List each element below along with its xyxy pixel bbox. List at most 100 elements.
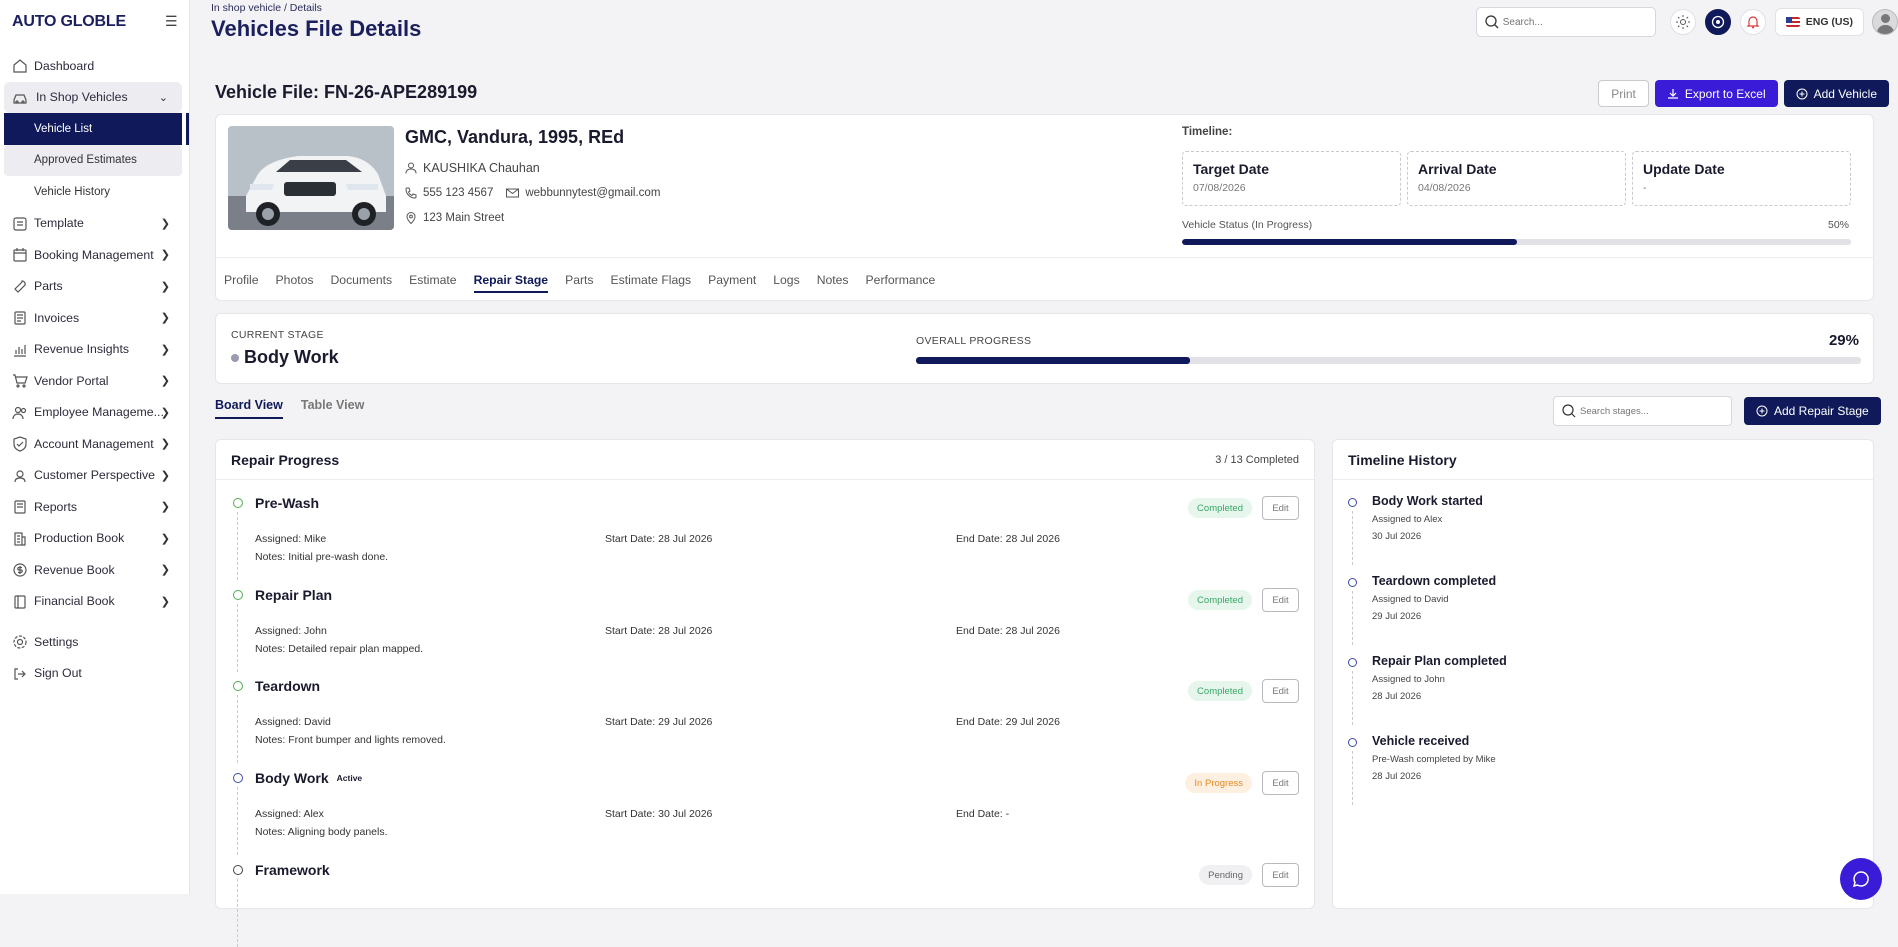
sidebar: AUTO GLOBLE ☰ Dashboard In Shop Vehicles… [0,0,190,894]
avatar[interactable] [1872,9,1898,35]
stage-dot-icon [233,498,243,508]
vehicle-status-percent: 50% [1827,219,1849,231]
stage-connector [237,787,238,855]
stage-end-date: End Date: - [956,808,1010,820]
print-button[interactable]: Print [1598,80,1649,107]
tab-logs[interactable]: Logs [773,258,799,302]
tab-photos[interactable]: Photos [276,258,314,302]
sidebar-item-customer[interactable]: Customer Perspective ❯ [0,460,190,492]
history-subtitle: Assigned to Alex [1372,514,1443,525]
owner-name: KAUSHIKA Chauhan [423,161,540,175]
search-input[interactable] [1502,16,1643,28]
sidebar-item-sign-out[interactable]: Sign Out [0,658,190,690]
vehicle-status-label: Vehicle Status (In Progress) [1182,219,1313,231]
menu-toggle-icon[interactable]: ☰ [165,13,178,30]
breadcrumb[interactable]: In shop vehicle / Details [211,2,322,14]
overall-progress-label: OVERALL PROGRESS [916,335,1032,347]
sidebar-item-revenue-insights[interactable]: Revenue Insights ❯ [0,334,190,366]
record-button[interactable] [1704,9,1731,35]
sidebar-item-revenue-book[interactable]: Revenue Book ❯ [0,554,190,586]
view-tabs: Board View Table View [215,398,382,419]
tab-profile[interactable]: Profile [224,258,259,302]
email-address[interactable]: webbunnytest@gmail.com [525,187,660,199]
bell-icon [1746,16,1760,29]
sidebar-item-settings[interactable]: Settings [0,626,190,658]
sidebar-item-invoices[interactable]: Invoices ❯ [0,302,190,334]
tab-table-view[interactable]: Table View [301,398,364,419]
stage-name-text: Body Work [255,770,329,786]
language-selector[interactable]: ENG (US) [1774,8,1864,36]
chevron-right-icon: ❯ [160,564,170,576]
sidebar-item-account[interactable]: Account Management ❯ [0,428,190,460]
active-badge: Active [336,773,363,783]
date-title: Update Date [1643,161,1725,177]
stage-notes: Notes: Initial pre-wash done. [255,551,389,563]
notifications-button[interactable] [1739,9,1766,35]
sidebar-item-reports[interactable]: Reports ❯ [0,491,190,523]
theme-toggle-button[interactable] [1669,9,1696,35]
tab-estimate-flags[interactable]: Estimate Flags [611,258,692,302]
repair-progress-header: Repair Progress 3 / 13 Completed [216,440,1314,480]
chevron-right-icon: ❯ [160,375,170,387]
stage-search-input[interactable] [1580,405,1720,417]
tab-payment[interactable]: Payment [708,258,756,302]
sidebar-item-parts[interactable]: Parts ❯ [0,271,190,303]
stage-end-date: End Date: 28 Jul 2026 [956,533,1060,545]
tab-estimate[interactable]: Estimate [409,258,456,302]
history-item: Body Work started Assigned to Alex 30 Jul … [1333,485,1873,565]
stage-start-date: Start Date: 28 Jul 2026 [605,533,713,545]
vehicle-name: GMC, Vandura, 1995, REd [405,127,625,147]
tab-board-view[interactable]: Board View [215,398,283,419]
edit-button[interactable]: Edit [1262,496,1299,520]
edit-button[interactable]: Edit [1262,771,1299,795]
sidebar-sub-approved-estimates[interactable]: Approved Estimates [4,144,182,176]
download-icon [1667,88,1678,99]
sidebar-item-label: Sign Out [34,666,82,681]
sidebar-item-dashboard[interactable]: Dashboard [0,50,190,82]
stage-summary-card: CURRENT STAGE Body Work OVERALL PROGRESS… [215,313,1874,384]
tab-documents[interactable]: Documents [331,258,393,302]
contact-row: 555 123 4567 webbunnytest@gmail.com [405,187,660,199]
stage-search[interactable] [1553,396,1732,426]
stage-dot-icon [233,773,243,783]
stage-name: Repair Plan [255,587,333,603]
tab-performance[interactable]: Performance [866,258,936,302]
edit-button[interactable]: Edit [1262,863,1299,887]
brand-logo: AUTO GLOBLE [12,13,126,30]
stage-start-date: Start Date: 30 Jul 2026 [605,808,713,820]
sidebar-item-production-book[interactable]: Production Book ❯ [0,523,190,555]
tab-notes[interactable]: Notes [817,258,849,302]
edit-button[interactable]: Edit [1262,588,1299,612]
chevron-right-icon: ❯ [160,249,170,261]
sidebar-item-template[interactable]: Template ❯ [0,208,190,240]
sun-icon [1675,15,1690,29]
edit-button[interactable]: Edit [1262,679,1299,703]
tab-parts[interactable]: Parts [565,258,593,302]
sidebar-item-financial-book[interactable]: Financial Book ❯ [0,586,190,618]
export-excel-button[interactable]: Export to Excel [1654,80,1778,107]
add-repair-stage-button[interactable]: Add Repair Stage [1744,397,1881,425]
history-connector [1352,671,1353,725]
car-image [228,126,394,230]
sidebar-item-vendor-portal[interactable]: Vendor Portal ❯ [0,365,190,397]
target-date-box: Target Date 07/08/2026 [1182,151,1401,206]
history-title: Teardown completed [1372,574,1497,588]
add-vehicle-button[interactable]: Add Vehicle [1783,80,1889,107]
stage-start-date: Start Date: 29 Jul 2026 [605,716,713,728]
sidebar-sub-vehicle-history[interactable]: Vehicle History [0,176,190,208]
dollar-icon [13,563,27,577]
tab-repair-stage[interactable]: Repair Stage [473,258,548,302]
sidebar-item-employee[interactable]: Employee Manageme... ❯ [0,397,190,429]
stage-end-date: End Date: 28 Jul 2026 [956,625,1060,637]
sidebar-item-booking[interactable]: Booking Management ❯ [0,239,190,271]
add-stage-label: Add Repair Stage [1774,404,1869,418]
sidebar-sub-vehicle-list[interactable]: Vehicle List [4,113,186,145]
history-connector [1352,751,1353,805]
invoice-icon [14,311,26,325]
global-search[interactable] [1475,7,1656,37]
sidebar-item-in-shop-vehicles[interactable]: In Shop Vehicles ⌄ [4,81,182,113]
phone-number[interactable]: 555 123 4567 [423,187,493,199]
home-icon [13,59,27,73]
chevron-right-icon: ❯ [160,343,170,356]
vehicle-photo[interactable] [228,126,394,230]
